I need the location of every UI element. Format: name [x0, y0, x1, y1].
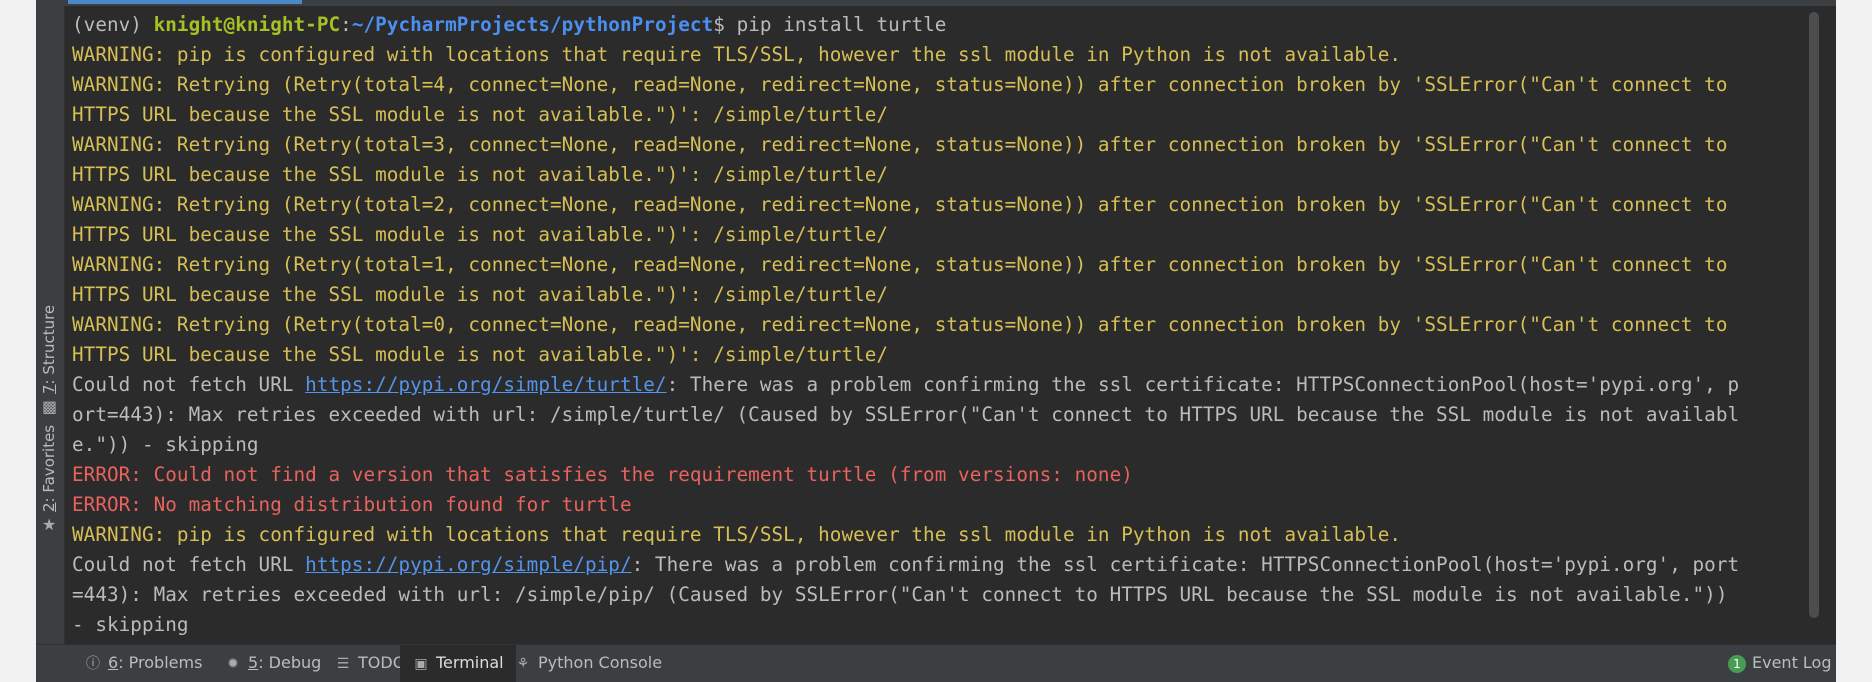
python-icon: ⚘ — [516, 656, 530, 672]
warning-line: WARNING: pip is configured with location… — [72, 523, 1402, 546]
ide-window: ▩ 7: Structure ★ 2: Favorites (venv) kni… — [36, 0, 1836, 682]
tab-python-console-label: Python Console — [538, 653, 663, 672]
error-line: ERROR: Could not find a version that sat… — [72, 463, 1133, 486]
output-text: : There was a problem confirming the ssl… — [666, 373, 1740, 396]
warning-line: HTTPS URL because the SSL module is not … — [72, 223, 889, 246]
prompt-line: (venv) knight@knight-PC:~/PycharmProject… — [72, 10, 1817, 40]
active-tab-indicator — [68, 0, 302, 4]
output-text: : There was a problem confirming the ssl… — [631, 553, 1740, 576]
info-icon: ⓘ — [86, 656, 100, 672]
url-link[interactable]: https://pypi.org/simple/pip/ — [305, 553, 631, 576]
side-tab-structure-num: 7 — [40, 384, 58, 394]
output-text: Could not fetch URL — [72, 373, 306, 396]
side-tab-structure-label: : Structure — [40, 304, 58, 385]
side-tab-favorites-label: : Favorites — [40, 424, 58, 503]
warning-line: HTTPS URL because the SSL module is not … — [72, 343, 889, 366]
warning-line: WARNING: Retrying (Retry(total=0, connec… — [72, 313, 1728, 336]
terminal-panel[interactable]: (venv) knight@knight-PC:~/PycharmProject… — [65, 6, 1831, 644]
tab-problems[interactable]: ⓘ 6: Problems — [72, 645, 214, 682]
warning-line: WARNING: Retrying (Retry(total=1, connec… — [72, 253, 1728, 276]
event-log-count-badge: 1 — [1728, 655, 1746, 673]
tab-problems-num: 6 — [108, 653, 119, 672]
warning-line: HTTPS URL because the SSL module is not … — [72, 283, 889, 306]
warning-line: WARNING: Retrying (Retry(total=3, connec… — [72, 133, 1728, 156]
output-line: Could not fetch URL https://pypi.org/sim… — [72, 550, 1817, 580]
side-tab-favorites-num: 2 — [40, 502, 58, 512]
side-tab-favorites[interactable]: ★ 2: Favorites — [38, 424, 62, 534]
event-log-button[interactable]: 1 Event Log — [1716, 645, 1844, 682]
error-line: ERROR: No matching distribution found fo… — [72, 493, 632, 516]
warning-line: WARNING: Retrying (Retry(total=4, connec… — [72, 73, 1728, 96]
tab-debug-num: 5 — [248, 653, 259, 672]
bug-icon: ✹ — [227, 656, 239, 672]
warning-line: WARNING: pip is configured with location… — [72, 43, 1402, 66]
star-icon: ★ — [42, 515, 57, 534]
tab-debug[interactable]: ✹ 5: Debug — [212, 645, 333, 682]
prompt-path: ~/PycharmProjects/pythonProject — [351, 13, 714, 36]
output-line: =443): Max retries exceeded with url: /s… — [72, 583, 1728, 606]
side-tab-structure[interactable]: ▩ 7: Structure — [38, 304, 62, 416]
output-line: ort=443): Max retries exceeded with url:… — [72, 403, 1740, 426]
prompt-venv: (venv) — [72, 13, 154, 36]
terminal-icon: ▣ — [414, 656, 428, 672]
tab-problems-label: : Problems — [118, 653, 203, 672]
output-text: Could not fetch URL — [72, 553, 306, 576]
output-line: e.")) - skipping — [72, 433, 259, 456]
prompt-user: knight@knight-PC — [153, 13, 341, 36]
output-line: Could not fetch URL https://pypi.org/sim… — [72, 370, 1817, 400]
event-log-label: Event Log — [1752, 653, 1832, 672]
terminal-output: (venv) knight@knight-PC:~/PycharmProject… — [72, 10, 1817, 640]
output-line: - skipping — [72, 613, 189, 636]
tab-python-console[interactable]: ⚘ Python Console — [502, 645, 674, 682]
tab-debug-label: : Debug — [258, 653, 322, 672]
warning-line: HTTPS URL because the SSL module is not … — [72, 163, 889, 186]
tab-todo-label: TODO — [358, 653, 406, 672]
warning-line: HTTPS URL because the SSL module is not … — [72, 103, 889, 126]
tab-terminal[interactable]: ▣ Terminal — [400, 645, 516, 682]
list-icon: ☰ — [336, 656, 350, 672]
left-tool-stripe: ▩ 7: Structure ★ 2: Favorites — [36, 6, 65, 644]
tab-terminal-label: Terminal — [436, 653, 504, 672]
terminal-scrollbar[interactable] — [1809, 12, 1819, 618]
bottom-tool-bar: ⓘ 6: Problems ✹ 5: Debug ☰ TODO ▣ Terminal ⚘ Pyth… — [36, 644, 1836, 682]
prompt-command: pip install turtle — [736, 13, 947, 36]
structure-icon: ▩ — [42, 397, 58, 416]
warning-line: WARNING: Retrying (Retry(total=2, connec… — [72, 193, 1728, 216]
prompt-dollar: $ — [713, 13, 737, 36]
url-link[interactable]: https://pypi.org/simple/turtle/ — [305, 373, 666, 396]
prompt-separator: : — [340, 13, 352, 36]
